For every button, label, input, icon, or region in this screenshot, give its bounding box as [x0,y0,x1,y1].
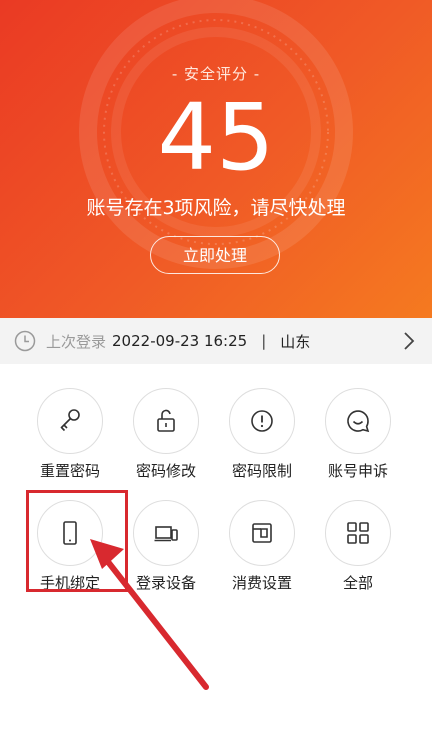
wallet-icon [252,523,272,543]
clock-icon [14,330,36,352]
all-functions-button[interactable]: 全部 [310,500,410,600]
reset-password-circle [37,388,103,454]
unlock-icon [157,409,175,432]
risk-summary: 账号存在3项风险，请尽快处理 [86,197,346,219]
account-appeal-button[interactable]: 账号申诉 [310,388,410,488]
alert-icon [251,410,273,432]
change-password-button[interactable]: 密码修改 [118,388,218,488]
grid-item-label: 消费设置 [231,574,292,592]
annotation-arrow [90,539,209,690]
password-limit-circle [229,388,295,454]
grid-icon [347,522,369,544]
spending-settings-button[interactable]: 消费设置 [214,500,314,600]
last-login-time: 2022-09-23 16:25 [112,332,248,350]
grid-item-label: 密码限制 [231,462,292,480]
reset-password-button[interactable]: 重置密码 [22,388,122,488]
change-password-circle [133,388,199,454]
grid-item-label: 密码修改 [135,462,196,480]
score-label: - 安全评分 - [171,65,261,83]
last-login-location: 山东 [280,332,311,351]
password-limit-button[interactable]: 密码限制 [214,388,314,488]
key-icon [60,409,80,432]
security-score: 45 [157,84,275,191]
grid-item-label: 重置密码 [39,462,100,480]
security-score-panel: - 安全评分 - 45 账号存在3项风险，请尽快处理 立即处理 [0,0,432,318]
account-appeal-circle [325,388,391,454]
handle-now-button[interactable]: 立即处理 [150,236,280,274]
chevron-right-icon [404,332,415,350]
grid-item-label: 账号申诉 [327,462,388,480]
all-functions-circle [325,500,391,566]
login-separator: | [261,332,267,350]
last-login-label: 上次登录 [46,332,107,351]
spending-settings-circle [229,500,295,566]
last-login-bar[interactable]: 上次登录 2022-09-23 16:25 | 山东 [0,318,432,364]
chat-icon [347,410,370,433]
grid-item-label: 全部 [342,574,373,592]
